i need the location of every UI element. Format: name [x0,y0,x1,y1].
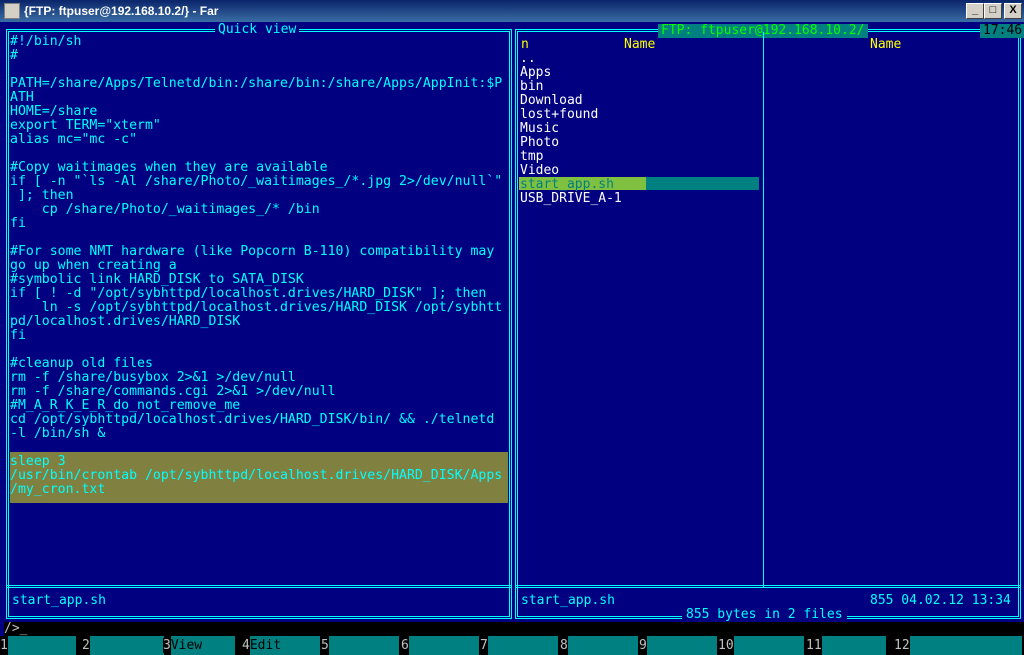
key-f12[interactable]: 12 [894,636,1022,655]
key-f2[interactable]: 2 [82,636,164,655]
command-prompt: /> [4,621,20,636]
left-panel-divider [6,585,512,588]
key-f10[interactable]: 10 [718,636,804,655]
clock: 17:46 [980,24,1024,38]
file-item-download[interactable]: Download [520,94,583,108]
file-item-video[interactable]: Video [520,164,559,178]
file-item-photo[interactable]: Photo [520,136,559,150]
right-panel-divider [515,585,1021,588]
file-item-bin[interactable]: bin [520,80,543,94]
key-f4-edit[interactable]: 4Edit [242,636,320,655]
key-f9[interactable]: 9 [639,636,717,655]
far-console: Quick view #!/bin/sh # PATH=/share/Apps/… [0,22,1024,655]
column-divider [763,32,764,587]
file-content-view[interactable]: #!/bin/sh # PATH=/share/Apps/Telnetd/bin… [10,35,508,497]
left-panel-file-name: start_app.sh [12,593,106,608]
key-f3-view[interactable]: 3View [163,636,235,655]
window-titlebar: {FTP: ftpuser@192.168.10.2/} - Far _ □ X [0,0,1024,22]
file-item-music[interactable]: Music [520,122,559,136]
far-app-icon[interactable] [4,3,20,19]
key-f1[interactable]: 1 [0,636,76,655]
key-f5[interactable]: 5 [321,636,399,655]
sort-indicator[interactable]: n [521,38,529,52]
file-item-usb-drive[interactable]: USB_DRIVE_A-1 [520,192,622,206]
maximize-button[interactable]: □ [984,3,1002,19]
file-item-start-app[interactable]: start_app.sh [520,178,614,192]
name-column-header[interactable]: Name [624,38,655,52]
right-panel-file-info: 855 04.02.12 13:34 [870,593,1011,608]
key-f6[interactable]: 6 [401,636,479,655]
key-f11[interactable]: 11 [806,636,886,655]
name-column-header-2[interactable]: Name [870,38,901,52]
window-title: {FTP: ftpuser@192.168.10.2/} - Far [24,4,219,18]
command-line[interactable]: />_ [4,622,1024,636]
function-key-bar: 1 2 3View 4Edit 5 6 7 8 9 10 11 12 [0,636,1024,655]
file-item-parent[interactable]: .. [520,52,536,66]
key-f8[interactable]: 8 [560,636,638,655]
minimize-button[interactable]: _ [966,3,984,19]
right-panel-file-name: start_app.sh [521,593,615,608]
file-item-lost-found[interactable]: lost+found [520,108,598,122]
close-button[interactable]: X [1004,3,1022,19]
panel-summary: 855 bytes in 2 files [682,608,847,622]
file-item-tmp[interactable]: tmp [520,150,543,164]
key-f7[interactable]: 7 [480,636,558,655]
file-item-apps[interactable]: Apps [520,66,551,80]
